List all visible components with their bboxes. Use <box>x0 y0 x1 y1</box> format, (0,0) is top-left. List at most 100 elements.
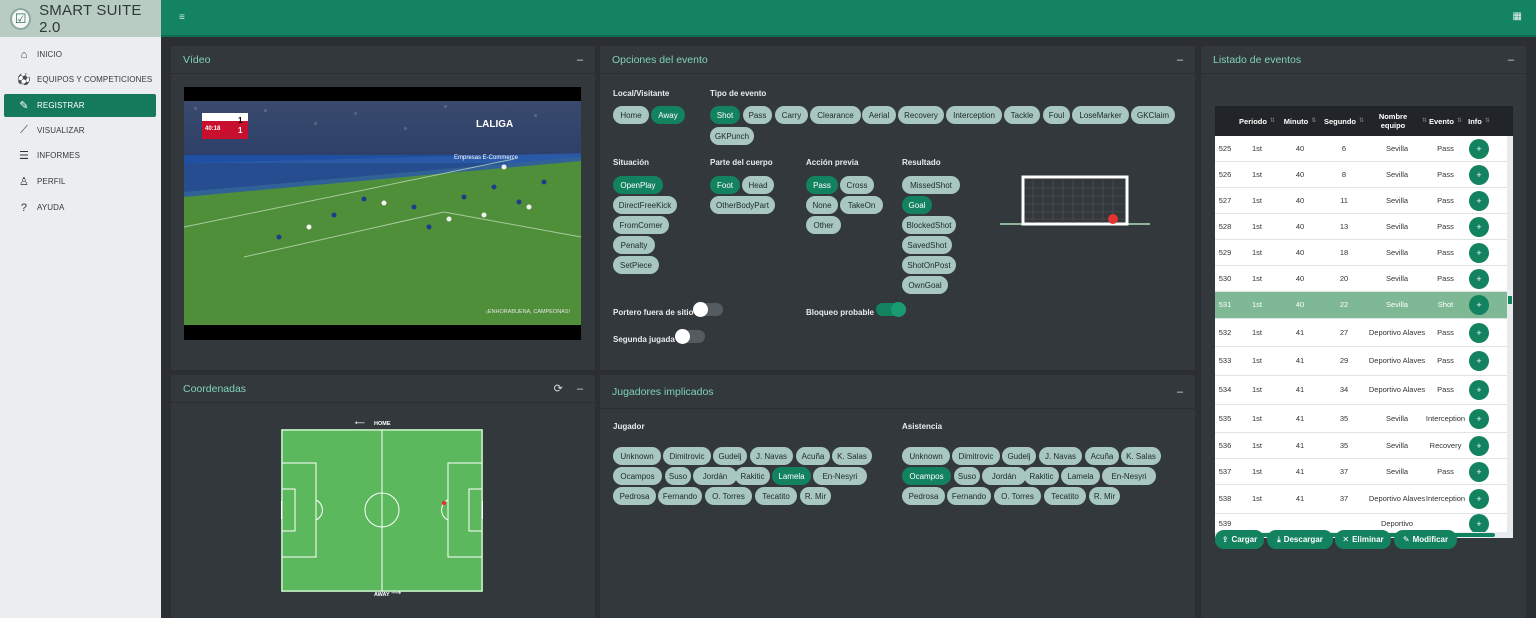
add-info-button[interactable]: + <box>1469 380 1489 400</box>
jugador-ocampos[interactable]: Ocampos <box>613 467 662 485</box>
asistencia-pedrosa[interactable]: Pedrosa <box>902 487 945 505</box>
goal-frame[interactable] <box>1000 174 1150 226</box>
jugador-unknown[interactable]: Unknown <box>613 447 661 465</box>
jugador-tecatito[interactable]: Tecatito <box>755 487 797 505</box>
table-row[interactable]: 526 1st 40 8 Sevilla Pass + <box>1215 162 1507 188</box>
collapse-icon[interactable]: – <box>577 383 583 395</box>
sort-icon[interactable]: ⇅ <box>1359 117 1364 126</box>
column-header[interactable]: Nombre equipo ⇅ <box>1367 106 1427 136</box>
jugador-en-nesyri[interactable]: En-Nesyri <box>813 467 867 485</box>
column-header[interactable]: Segundo ⇅ <box>1321 106 1367 136</box>
table-row[interactable]: 529 1st 40 18 Sevilla Pass + <box>1215 240 1507 266</box>
asistencia-j-navas[interactable]: J. Navas <box>1039 447 1082 465</box>
table-row[interactable]: 525 1st 40 6 Sevilla Pass + <box>1215 136 1507 162</box>
accion-option-other[interactable]: Other <box>806 216 841 234</box>
jugador-gudelj[interactable]: Gudelj <box>713 447 747 465</box>
segunda-jugada-toggle[interactable] <box>675 329 705 344</box>
situacion-option-penalty[interactable]: Penalty <box>613 236 655 254</box>
asistencia-fernando[interactable]: Fernando <box>947 487 991 505</box>
resultado-option-owngoal[interactable]: OwnGoal <box>902 276 948 294</box>
resultado-option-goal[interactable]: Goal <box>902 196 932 214</box>
tipo-option-foul[interactable]: Foul <box>1043 106 1070 124</box>
nav-item-equipos-y-competiciones[interactable]: ⚽ EQUIPOS Y COMPETICIONES <box>4 68 156 91</box>
add-info-button[interactable]: + <box>1469 351 1489 371</box>
resultado-option-savedshot[interactable]: SavedShot <box>902 236 952 254</box>
parte-option-head[interactable]: Head <box>742 176 774 194</box>
tipo-option-recovery[interactable]: Recovery <box>898 106 944 124</box>
add-info-button[interactable]: + <box>1469 408 1489 429</box>
resultado-option-missedshot[interactable]: MissedShot <box>902 176 960 194</box>
asistencia-rakitic[interactable]: Rakitic <box>1024 467 1059 485</box>
tipo-option-gkclaim[interactable]: GKClaim <box>1131 106 1175 124</box>
jugador-jord-n[interactable]: Jordán <box>693 467 737 485</box>
sort-icon[interactable]: ⇅ <box>1311 117 1316 126</box>
table-row[interactable]: 538 1st 41 37 Deportivo Alaves Interception + <box>1215 485 1507 514</box>
jugador-lamela[interactable]: Lamela <box>772 467 811 485</box>
asistencia-jord-n[interactable]: Jordán <box>982 467 1026 485</box>
sort-icon[interactable]: ⇅ <box>1485 117 1490 126</box>
collapse-icon[interactable]: – <box>577 54 583 66</box>
jugador-o-torres[interactable]: O. Torres <box>705 487 752 505</box>
nav-item-perfil[interactable]: ♙ PERFIL <box>4 170 156 193</box>
situacion-option-directfreekick[interactable]: DirectFreeKick <box>613 196 677 214</box>
local-option-home[interactable]: Home <box>613 106 649 124</box>
accion-option-cross[interactable]: Cross <box>840 176 874 194</box>
column-header[interactable]: Periodo ⇅ <box>1235 106 1279 136</box>
asistencia-k-salas[interactable]: K. Salas <box>1121 447 1161 465</box>
add-info-button[interactable]: + <box>1469 489 1489 509</box>
add-info-button[interactable]: + <box>1469 138 1489 159</box>
nav-item-inicio[interactable]: ⌂ INICIO <box>4 43 156 66</box>
nav-item-informes[interactable]: ☰ INFORMES <box>4 144 156 167</box>
tipo-option-gkpunch[interactable]: GKPunch <box>710 127 754 145</box>
scrollbar-thumb[interactable] <box>1508 296 1512 304</box>
bloqueo-probable-toggle[interactable] <box>876 302 906 317</box>
accion-option-pass[interactable]: Pass <box>806 176 838 194</box>
nav-item-ayuda[interactable]: ? AYUDA <box>4 196 156 219</box>
situacion-option-fromcorner[interactable]: FromCorner <box>613 216 669 234</box>
table-row[interactable]: 534 1st 41 34 Deportivo Alaves Pass + <box>1215 376 1507 405</box>
resultado-option-shotonpost[interactable]: ShotOnPost <box>902 256 956 274</box>
descargar-button[interactable]: ⤓ Descargar <box>1267 530 1333 549</box>
situacion-option-setpiece[interactable]: SetPiece <box>613 256 659 274</box>
add-info-button[interactable]: + <box>1469 216 1489 237</box>
tipo-option-pass[interactable]: Pass <box>743 106 772 124</box>
column-header[interactable]: Minuto ⇅ <box>1279 106 1321 136</box>
table-row[interactable]: 537 1st 41 37 Sevilla Pass + <box>1215 459 1507 485</box>
modificar-button[interactable]: ✎ Modificar <box>1394 530 1457 549</box>
cargar-button[interactable]: ⇪ Cargar <box>1215 530 1264 549</box>
tipo-option-tackle[interactable]: Tackle <box>1004 106 1040 124</box>
jugador-k-salas[interactable]: K. Salas <box>832 447 872 465</box>
parte-option-otherbodypart[interactable]: OtherBodyPart <box>710 196 775 214</box>
jugador-fernando[interactable]: Fernando <box>658 487 702 505</box>
nav-item-visualizar[interactable]: ⟋ VISUALIZAR <box>4 119 156 142</box>
asistencia-lamela[interactable]: Lamela <box>1061 467 1100 485</box>
sort-icon[interactable]: ⇅ <box>1457 117 1462 126</box>
asistencia-acu-a[interactable]: Acuña <box>1085 447 1119 465</box>
table-row[interactable]: 527 1st 40 11 Sevilla Pass + <box>1215 188 1507 214</box>
tipo-option-carry[interactable]: Carry <box>775 106 808 124</box>
table-row[interactable]: 536 1st 41 35 Sevilla Recovery + <box>1215 433 1507 459</box>
add-info-button[interactable]: + <box>1469 295 1489 315</box>
asistencia-dimitrovic[interactable]: Dimitrovic <box>952 447 1000 465</box>
table-row[interactable]: 532 1st 41 27 Deportivo Alaves Pass + <box>1215 319 1507 347</box>
tipo-option-aerial[interactable]: Aerial <box>862 106 896 124</box>
tipo-option-clearance[interactable]: Clearance <box>810 106 861 124</box>
sort-icon[interactable]: ⇅ <box>1270 117 1275 126</box>
tipo-option-shot[interactable]: Shot <box>710 106 740 124</box>
situacion-option-openplay[interactable]: OpenPlay <box>613 176 663 194</box>
collapse-icon[interactable]: – <box>1177 54 1183 66</box>
add-info-button[interactable]: + <box>1469 322 1489 343</box>
asistencia-r-mir[interactable]: R. Mir <box>1089 487 1120 505</box>
column-header[interactable]: Info ⇅ <box>1464 106 1494 136</box>
asistencia-suso[interactable]: Suso <box>954 467 980 485</box>
jugador-rakitic[interactable]: Rakitic <box>735 467 770 485</box>
jugador-j-navas[interactable]: J. Navas <box>750 447 793 465</box>
table-row[interactable]: 530 1st 40 20 Sevilla Pass + <box>1215 266 1507 292</box>
column-header[interactable]: Evento ⇅ <box>1427 106 1464 136</box>
resultado-option-blockedshot[interactable]: BlockedShot <box>902 216 956 234</box>
asistencia-en-nesyri[interactable]: En-Nesyri <box>1102 467 1156 485</box>
collapse-icon[interactable]: – <box>1508 54 1514 66</box>
asistencia-tecatito[interactable]: Tecatito <box>1044 487 1086 505</box>
jugador-acu-a[interactable]: Acuña <box>796 447 830 465</box>
accion-option-takeon[interactable]: TakeOn <box>840 196 883 214</box>
